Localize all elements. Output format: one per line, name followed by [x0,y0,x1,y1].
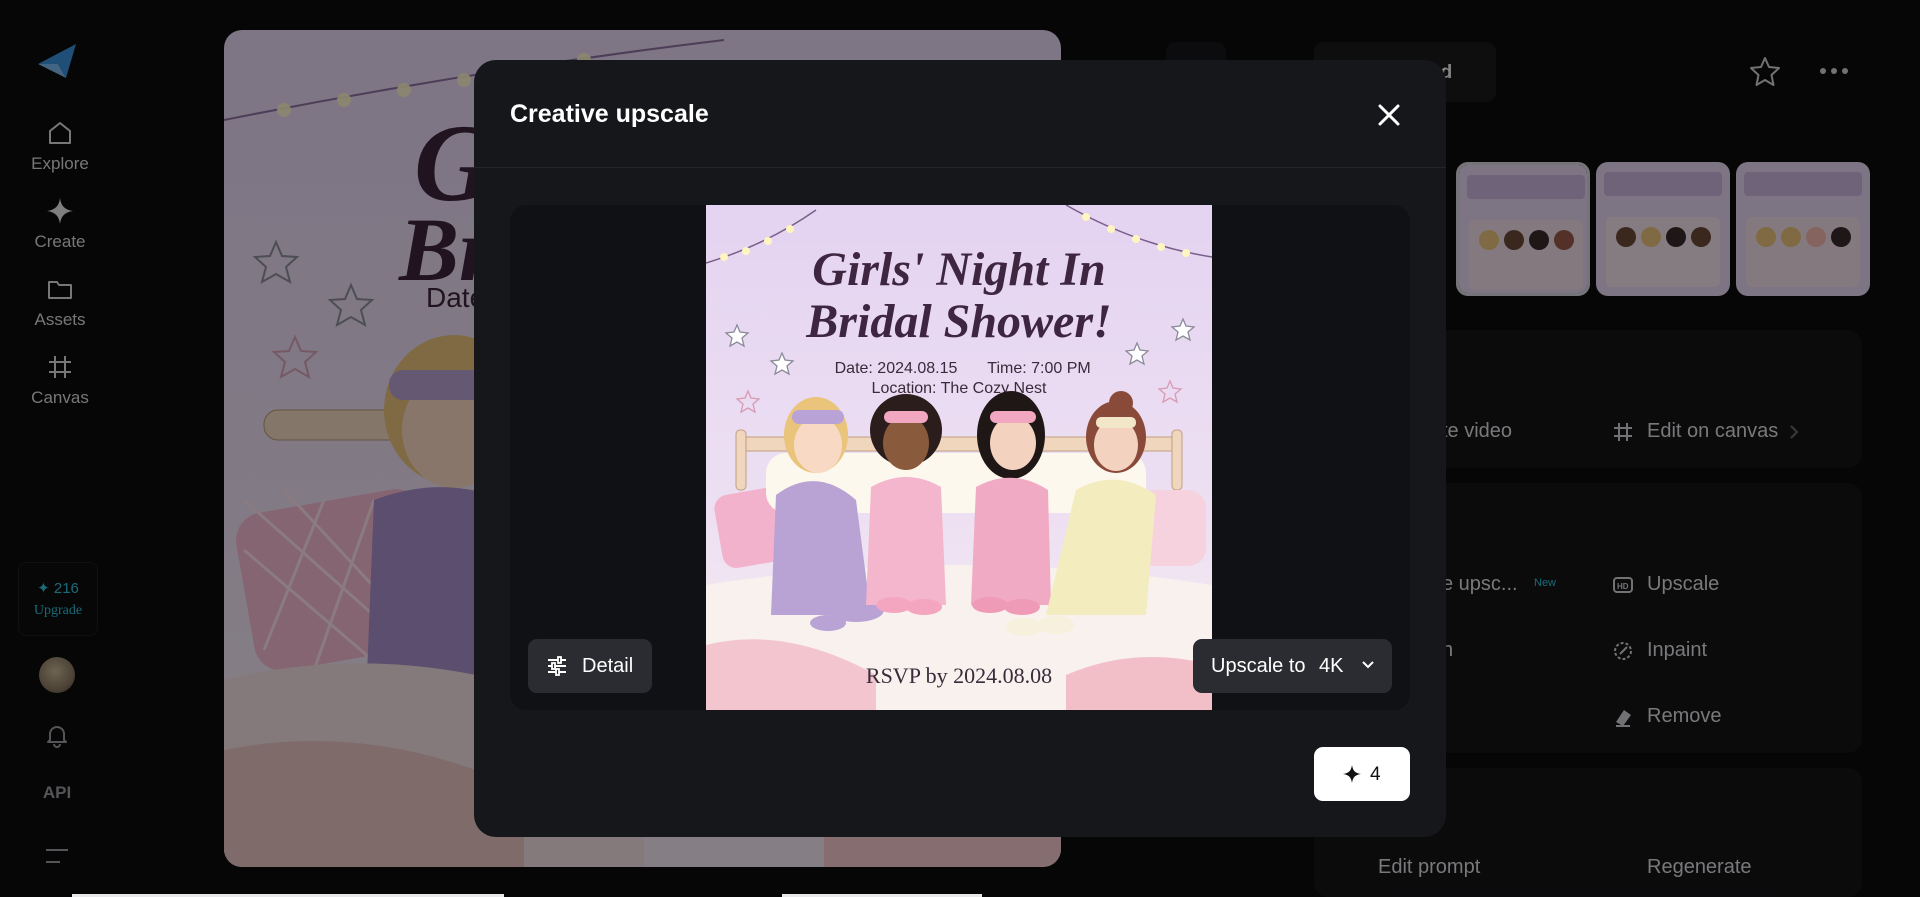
upscale-value: 4K [1319,655,1344,677]
modal-divider [474,167,1446,168]
preview-frame: Girls' Night In Bridal Shower! Date: 202… [510,205,1410,710]
upscale-resolution-select[interactable]: Upscale to 4K [1193,639,1392,693]
invitation-preview-image: Girls' Night In Bridal Shower! Date: 202… [706,205,1212,710]
detail-label: Detail [582,655,634,677]
sliders-icon [548,656,566,676]
invite-title-line1: Girls' Night In [812,243,1105,296]
invite-time: Time: 7:00 PM [987,360,1090,377]
creative-upscale-modal: Creative upscale Girls' Night In Bridal … [474,60,1446,837]
sparkle-icon [1343,765,1361,783]
invite-rsvp: RSVP by 2024.08.08 [866,663,1052,688]
detail-button[interactable]: Detail [528,639,652,693]
upscale-to-label: Upscale to [1211,655,1306,677]
modal-title: Creative upscale [510,100,709,128]
invite-date: Date: 2024.08.15 [835,360,958,377]
start-upscale-button[interactable]: 4 [1314,747,1410,801]
invite-title-line2: Bridal Shower! [805,295,1111,348]
close-icon[interactable] [1374,100,1404,130]
credit-cost: 4 [1370,764,1381,785]
chevron-down-icon [1362,661,1374,669]
